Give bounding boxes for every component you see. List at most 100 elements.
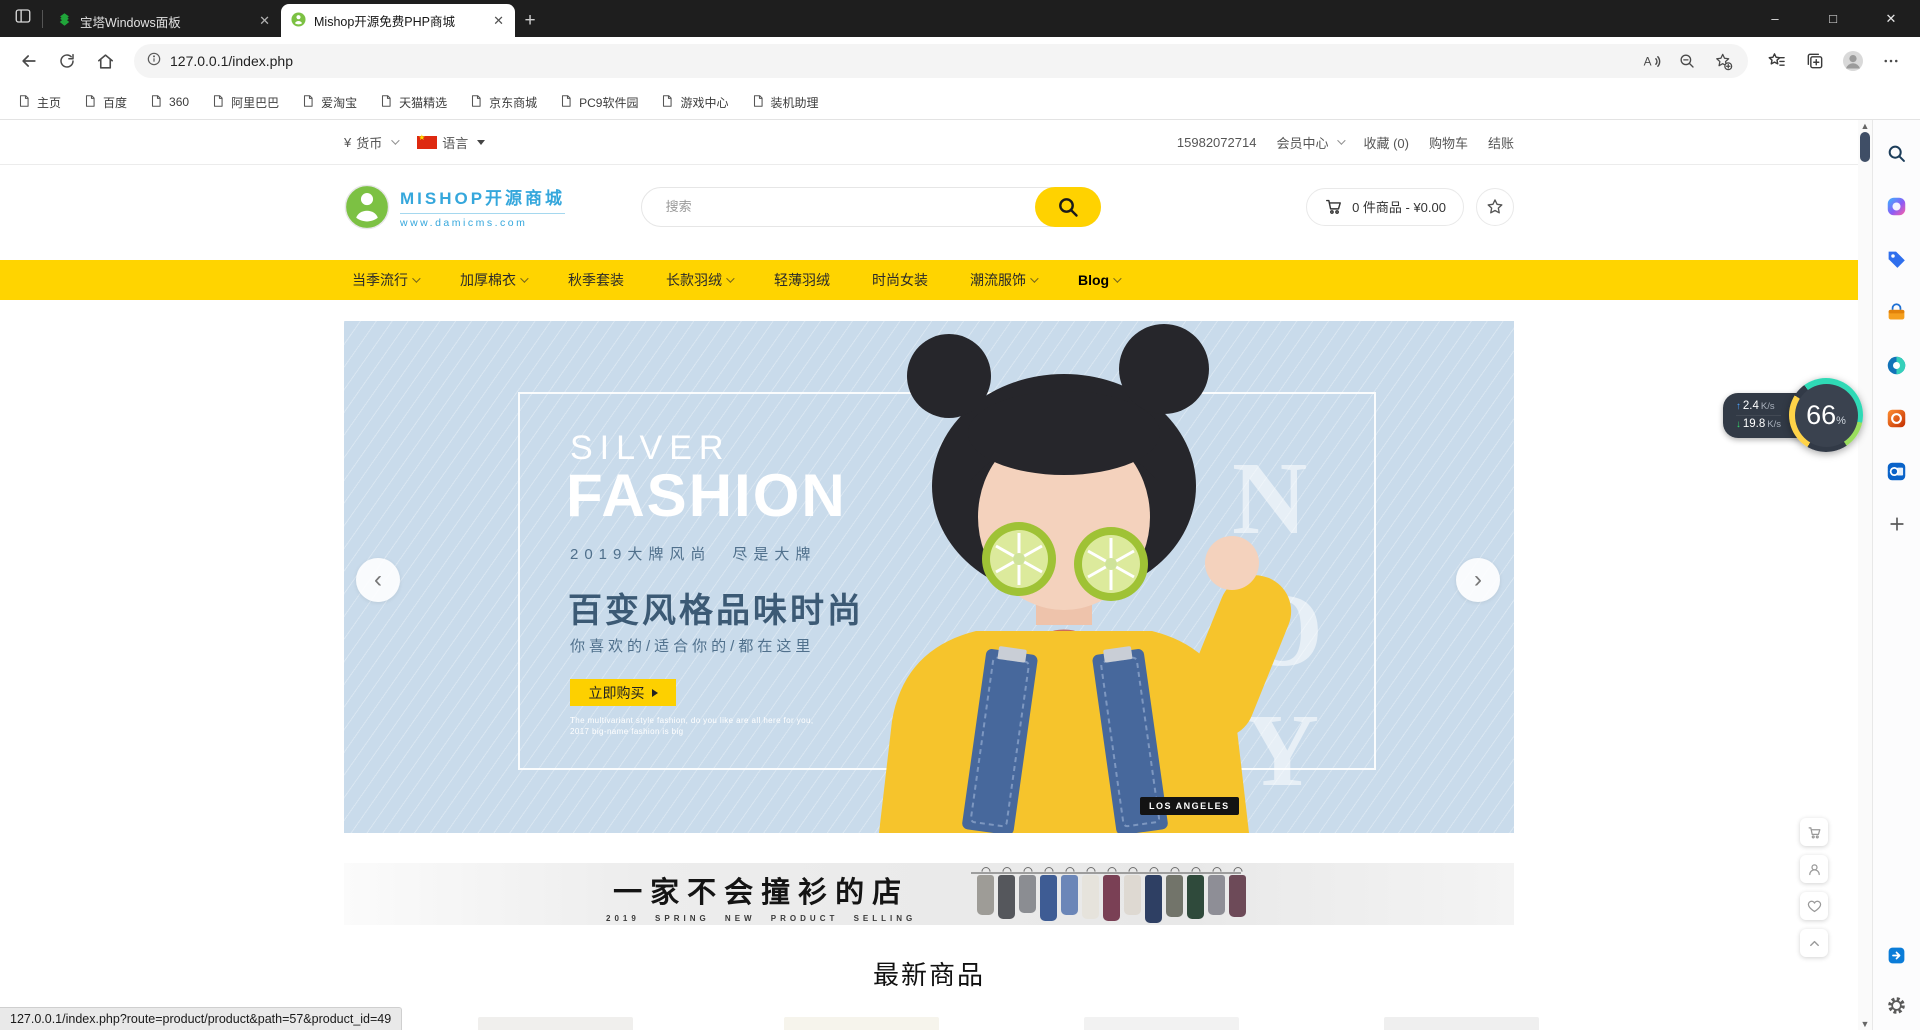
open-in-sidebar-icon — [1886, 945, 1907, 966]
bookmark-item[interactable]: 百度 — [74, 90, 136, 115]
download-speed-widget[interactable]: ↑ 2.4 K/s ↓ 19.8 K/s 66 % — [1723, 378, 1863, 452]
back-button[interactable] — [12, 44, 46, 78]
scroll-down-arrow[interactable]: ▼ — [1858, 1019, 1872, 1029]
bookmark-item[interactable]: 天猫精选 — [370, 90, 456, 115]
product-card[interactable] — [784, 1017, 939, 1030]
search-box — [641, 187, 1101, 227]
cart-link[interactable]: 购物车 — [1429, 133, 1468, 152]
bookmark-item[interactable]: 游戏中心 — [651, 90, 737, 115]
quick-wishlist-button[interactable] — [1800, 892, 1828, 920]
carousel-next-button[interactable]: › — [1456, 558, 1500, 602]
promo-strip-banner[interactable]: 一家不会撞衫的店 2019 SPRING NEW PRODUCT SELLING — [344, 863, 1514, 925]
carousel-prev-button[interactable]: ‹ — [356, 558, 400, 602]
bookmark-item[interactable]: 360 — [140, 90, 198, 115]
close-button[interactable]: ✕ — [1862, 0, 1920, 37]
bookmark-item[interactable]: PC9软件园 — [550, 90, 647, 115]
product-card[interactable] — [478, 1017, 633, 1030]
garment — [998, 875, 1015, 919]
refresh-button[interactable] — [50, 44, 84, 78]
member-center-link[interactable]: 会员中心 — [1276, 133, 1343, 152]
progress-ring[interactable]: 66 % — [1789, 378, 1863, 452]
back-to-top-button[interactable] — [1800, 929, 1828, 957]
sidebar-settings-button[interactable] — [1884, 992, 1910, 1018]
sidebar-open-panel-button[interactable] — [1884, 942, 1910, 968]
shop-logo[interactable]: MISHOP开源商城 www.damicms.com — [344, 184, 565, 230]
bookmark-item[interactable]: 爱淘宝 — [292, 90, 366, 115]
collections-icon[interactable] — [1798, 44, 1832, 78]
bookmark-label: 天猫精选 — [399, 94, 447, 111]
search-input[interactable] — [641, 187, 1101, 227]
nav-item[interactable]: 时尚女装 — [872, 270, 928, 290]
nav-item[interactable]: Blog — [1078, 272, 1119, 288]
wishlist-link[interactable]: 收藏 (0) — [1363, 133, 1409, 152]
address-bar[interactable]: 127.0.0.1/index.php A — [134, 44, 1748, 78]
nav-item[interactable]: 当季流行 — [352, 270, 418, 290]
sidebar-shopping-button[interactable] — [1884, 246, 1910, 272]
page-icon — [301, 94, 315, 111]
tab-close-icon[interactable]: ✕ — [256, 13, 273, 29]
currency-dropdown[interactable]: ¥ 货币 — [344, 133, 397, 152]
profile-avatar[interactable] — [1836, 44, 1870, 78]
site-info-icon[interactable] — [146, 51, 162, 72]
mishop-favicon — [291, 12, 306, 30]
product-card[interactable] — [1384, 1017, 1539, 1030]
tab-baota[interactable]: 宝塔Windows面板 ✕ — [47, 5, 281, 37]
more-menu-icon[interactable] — [1874, 44, 1908, 78]
nav-item[interactable]: 潮流服饰 — [970, 270, 1036, 290]
sidebar-start-button[interactable] — [1884, 352, 1910, 378]
favorites-icon[interactable] — [1760, 44, 1794, 78]
wishlist-button[interactable] — [1476, 188, 1514, 226]
page-scrollbar[interactable]: ▲ ▼ — [1858, 120, 1872, 1030]
banner-note: The multivariant style fashion, do you l… — [570, 715, 813, 737]
quick-account-button[interactable] — [1800, 855, 1828, 883]
sidebar-office-button[interactable] — [1884, 405, 1910, 431]
strip-title: 一家不会撞衫的店 — [606, 869, 916, 911]
scrollbar-thumb[interactable] — [1860, 132, 1870, 162]
bookmark-label: 主页 — [37, 94, 61, 111]
bookmark-item[interactable]: 装机助理 — [742, 90, 828, 115]
cart-summary-button[interactable]: 0 件商品 - ¥0.00 — [1306, 188, 1464, 226]
new-tab-button[interactable]: + — [515, 5, 545, 37]
sidebar-add-button[interactable] — [1884, 511, 1910, 537]
garment — [1082, 875, 1099, 919]
chevron-down-icon — [412, 274, 420, 282]
nav-item-label: 时尚女装 — [872, 270, 928, 290]
buy-now-button[interactable]: 立即购买 — [570, 679, 676, 706]
logo-domain: www.damicms.com — [400, 217, 565, 229]
url-text[interactable]: 127.0.0.1/index.php — [170, 53, 1634, 69]
bookmark-item[interactable]: 主页 — [8, 90, 70, 115]
checkout-link[interactable]: 结账 — [1488, 133, 1514, 152]
microsoft-start-icon — [1886, 355, 1907, 376]
tab-actions-button[interactable] — [0, 0, 42, 37]
language-dropdown[interactable]: 语言 — [417, 133, 485, 152]
nav-item[interactable]: 轻薄羽绒 — [774, 270, 830, 290]
sidebar-tools-button[interactable] — [1884, 299, 1910, 325]
minimize-button[interactable]: – — [1746, 0, 1804, 37]
product-card[interactable] — [1084, 1017, 1239, 1030]
quick-cart-button[interactable] — [1800, 818, 1828, 846]
sidebar-search-button[interactable] — [1884, 140, 1910, 166]
sidebar-copilot-button[interactable] — [1884, 193, 1910, 219]
zoom-out-icon[interactable] — [1670, 44, 1704, 78]
browser-window: 宝塔Windows面板 ✕ Mishop开源免费PHP商城 ✕ + – □ ✕ — [0, 0, 1920, 1030]
nav-item[interactable]: 长款羽绒 — [666, 270, 732, 290]
bookmark-item[interactable]: 京东商城 — [460, 90, 546, 115]
phone-number: 15982072714 — [1177, 135, 1257, 150]
tab-mishop[interactable]: Mishop开源免费PHP商城 ✕ — [281, 4, 515, 37]
scroll-up-arrow[interactable]: ▲ — [1858, 121, 1872, 131]
hero-banner[interactable]: FNOY — [344, 321, 1514, 833]
bookmark-item[interactable]: 阿里巴巴 — [202, 90, 288, 115]
nav-item[interactable]: 秋季套装 — [568, 270, 624, 290]
baota-favicon — [57, 12, 72, 30]
read-aloud-icon[interactable]: A — [1634, 44, 1668, 78]
maximize-button[interactable]: □ — [1804, 0, 1862, 37]
search-button[interactable] — [1035, 187, 1101, 227]
sidebar-outlook-button[interactable] — [1884, 458, 1910, 484]
add-favorite-icon[interactable] — [1706, 44, 1740, 78]
currency-symbol: ¥ — [344, 135, 351, 150]
upload-speed: 2.4 — [1743, 398, 1759, 414]
banner-tagline: 你喜欢的/适合你的/都在这里 — [570, 635, 814, 656]
home-button[interactable] — [88, 44, 122, 78]
tab-close-icon[interactable]: ✕ — [490, 13, 507, 29]
nav-item[interactable]: 加厚棉衣 — [460, 270, 526, 290]
